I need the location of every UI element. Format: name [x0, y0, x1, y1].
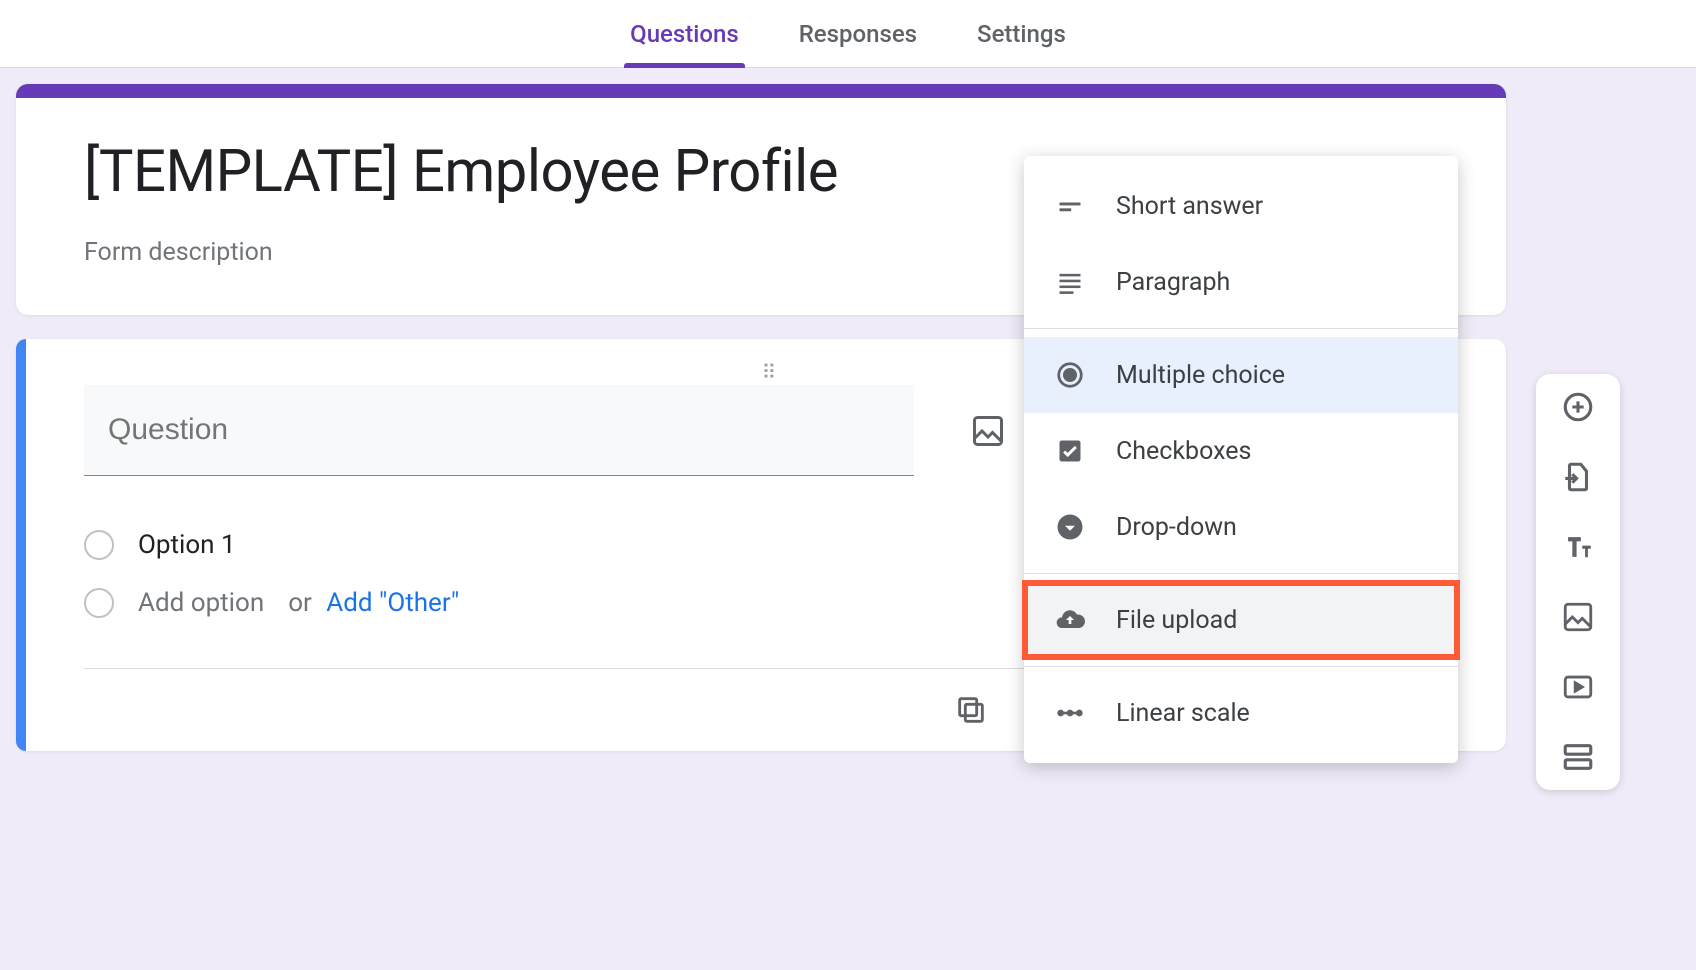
menu-item-short-answer[interactable]: Short answer — [1024, 168, 1458, 244]
add-image-icon[interactable] — [962, 405, 1014, 457]
menu-label: Linear scale — [1116, 699, 1250, 728]
menu-item-multiple-choice[interactable]: Multiple choice — [1024, 337, 1458, 413]
menu-item-checkboxes[interactable]: Checkboxes — [1024, 413, 1458, 489]
menu-item-file-upload[interactable]: File upload — [1024, 582, 1458, 658]
menu-separator — [1024, 666, 1458, 667]
menu-separator — [1024, 328, 1458, 329]
add-question-button[interactable] — [1561, 390, 1595, 424]
linear-scale-icon — [1052, 695, 1088, 731]
menu-item-paragraph[interactable]: Paragraph — [1024, 244, 1458, 320]
option-label[interactable]: Option 1 — [138, 530, 236, 560]
radio-icon — [84, 588, 114, 618]
chevron-down-circle-icon — [1052, 509, 1088, 545]
tab-settings[interactable]: Settings — [971, 2, 1072, 66]
paragraph-icon — [1052, 264, 1088, 300]
question-type-menu: Short answer Paragraph Multiple choice C… — [1024, 156, 1458, 763]
checkbox-icon — [1052, 433, 1088, 469]
add-title-button[interactable] — [1561, 530, 1595, 564]
tab-responses[interactable]: Responses — [793, 2, 923, 66]
menu-item-linear-scale[interactable]: Linear scale — [1024, 675, 1458, 751]
radio-icon — [84, 530, 114, 560]
menu-label: Multiple choice — [1116, 361, 1285, 390]
editor-tabs: Questions Responses Settings — [0, 0, 1696, 68]
or-text: or — [288, 588, 312, 618]
menu-label: Paragraph — [1116, 268, 1230, 297]
radio-filled-icon — [1052, 357, 1088, 393]
menu-label: File upload — [1116, 606, 1237, 635]
menu-label: Short answer — [1116, 192, 1263, 221]
menu-item-dropdown[interactable]: Drop-down — [1024, 489, 1458, 565]
add-section-button[interactable] — [1561, 740, 1595, 774]
add-image-button[interactable] — [1561, 600, 1595, 634]
tab-questions[interactable]: Questions — [624, 2, 745, 66]
import-questions-button[interactable] — [1561, 460, 1595, 494]
add-option-link[interactable]: Add option — [138, 588, 264, 618]
cloud-upload-icon — [1052, 602, 1088, 638]
add-other-link[interactable]: Add "Other" — [326, 588, 459, 618]
menu-label: Checkboxes — [1116, 437, 1251, 466]
side-toolbar — [1536, 374, 1620, 790]
duplicate-icon[interactable] — [954, 693, 988, 727]
short-answer-icon — [1052, 188, 1088, 224]
question-title-input[interactable] — [84, 385, 914, 476]
add-video-button[interactable] — [1561, 670, 1595, 704]
menu-label: Drop-down — [1116, 513, 1237, 542]
menu-separator — [1024, 573, 1458, 574]
